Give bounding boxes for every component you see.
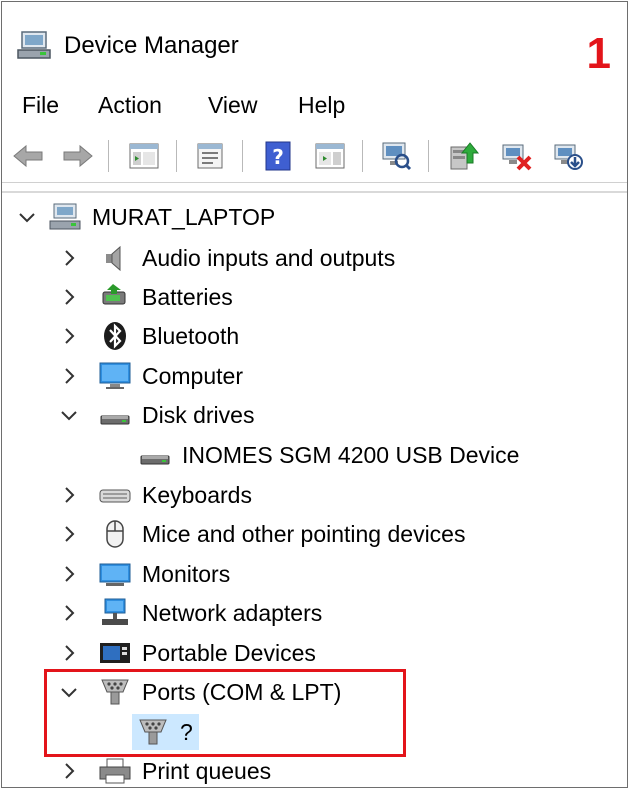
toolbar-separator — [362, 140, 363, 172]
help-icon[interactable]: ? — [260, 138, 296, 174]
tree-item-label: Batteries — [142, 283, 233, 310]
chevron-right-icon[interactable] — [58, 484, 80, 506]
toolbar-separator — [242, 140, 243, 172]
tree-item-label: Disk drives — [142, 401, 255, 428]
forward-arrow-icon[interactable] — [60, 138, 96, 174]
tree-item-label: Portable Devices — [142, 639, 316, 666]
uninstall-device-icon[interactable] — [550, 138, 586, 174]
tree-item-disk-drives[interactable]: Disk drives — [58, 396, 254, 434]
mouse-icon — [98, 518, 132, 550]
tree-item-keyboards[interactable]: Keyboards — [58, 476, 252, 514]
tree-item-network[interactable]: Network adapters — [58, 594, 322, 632]
disk-drive-icon — [98, 399, 132, 431]
tree-item-print-queues[interactable]: Print queues — [58, 752, 272, 787]
toolbar-separator — [428, 140, 429, 172]
chevron-right-icon[interactable] — [58, 760, 80, 782]
chevron-right-icon[interactable] — [58, 247, 80, 269]
chevron-right-icon[interactable] — [58, 325, 80, 347]
portable-device-icon — [98, 637, 132, 669]
disk-drive-icon — [138, 439, 172, 471]
battery-icon — [98, 281, 132, 313]
network-adapter-icon — [98, 597, 132, 629]
disable-device-icon[interactable] — [498, 138, 534, 174]
show-action-pane-icon[interactable] — [312, 138, 348, 174]
tree-item-bluetooth[interactable]: Bluetooth — [58, 317, 239, 355]
root-label: MURAT_LAPTOP — [92, 203, 276, 230]
back-arrow-icon[interactable] — [10, 138, 46, 174]
title-bar: Device Manager 1 — [2, 2, 627, 90]
device-manager-icon — [16, 30, 52, 60]
monitor-icon — [98, 360, 132, 392]
tree-item-batteries[interactable]: Batteries — [58, 278, 233, 316]
annotation-number: 1 — [586, 29, 611, 78]
chevron-right-icon[interactable] — [58, 286, 80, 308]
chevron-right-icon[interactable] — [58, 602, 80, 624]
tree-item-monitors[interactable]: Monitors — [58, 555, 230, 593]
device-manager-window: Device Manager 1 File Action View Help ? — [1, 1, 628, 788]
monitor-icon — [98, 558, 132, 590]
toolbar: ? — [2, 130, 627, 183]
annotation-highlight-box — [44, 669, 406, 757]
chevron-right-icon[interactable] — [58, 563, 80, 585]
tree-item-label: INOMES SGM 4200 USB Device — [182, 441, 520, 468]
menu-help[interactable]: Help — [298, 88, 345, 122]
tree-item-label: Print queues — [142, 757, 272, 784]
properties-icon[interactable] — [192, 138, 228, 174]
show-hide-console-tree-icon[interactable] — [126, 138, 162, 174]
chevron-down-icon[interactable] — [58, 404, 80, 426]
tree-item-label: Computer — [142, 362, 243, 389]
tree-item-label: Audio inputs and outputs — [142, 244, 396, 271]
tree-item-portable[interactable]: Portable Devices — [58, 634, 316, 672]
chevron-right-icon[interactable] — [58, 523, 80, 545]
tree-item-label: Bluetooth — [142, 322, 240, 349]
printer-icon — [98, 755, 132, 787]
toolbar-separator — [176, 140, 177, 172]
scan-hardware-icon[interactable] — [378, 138, 414, 174]
bluetooth-icon — [98, 320, 132, 352]
tree-item-computer[interactable]: Computer — [58, 357, 243, 395]
menu-file[interactable]: File — [22, 88, 59, 122]
chevron-down-icon[interactable] — [16, 206, 38, 228]
chevron-right-icon[interactable] — [58, 365, 80, 387]
svg-text:?: ? — [272, 145, 284, 169]
chevron-right-icon[interactable] — [58, 642, 80, 664]
divider — [2, 191, 627, 193]
computer-network-icon — [48, 201, 82, 233]
tree-item-audio[interactable]: Audio inputs and outputs — [58, 239, 395, 277]
tree-item-label: Mice and other pointing devices — [142, 520, 466, 547]
tree-item-mice[interactable]: Mice and other pointing devices — [58, 515, 465, 553]
tree-item-label: Monitors — [142, 560, 231, 587]
menu-view[interactable]: View — [208, 88, 257, 122]
window-title: Device Manager — [64, 32, 239, 59]
menu-action[interactable]: Action — [98, 88, 162, 122]
tree-item-disk-device[interactable]: INOMES SGM 4200 USB Device — [138, 436, 519, 474]
toolbar-separator — [108, 140, 109, 172]
speaker-icon — [98, 242, 132, 274]
tree-root[interactable]: MURAT_LAPTOP — [16, 198, 275, 236]
tree-item-label: Network adapters — [142, 599, 323, 626]
keyboard-icon — [98, 479, 132, 511]
update-driver-icon[interactable] — [446, 138, 482, 174]
tree-item-label: Keyboards — [142, 481, 252, 508]
menu-bar: File Action View Help — [2, 88, 627, 122]
